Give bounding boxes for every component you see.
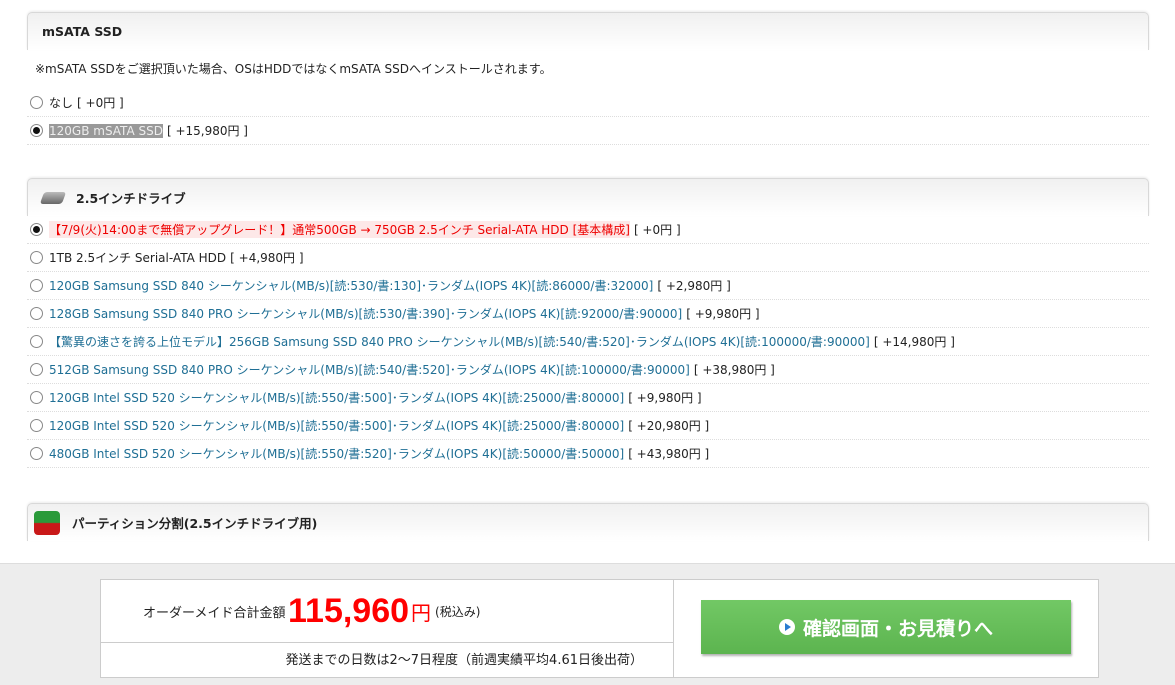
order-footer: オーダーメイド合計金額 115,960 円 (税込み) 発送までの日数は2～7日… xyxy=(0,563,1175,685)
partition-icon xyxy=(34,510,60,535)
partition-section: パーティション分割(2.5インチドライブ用) xyxy=(27,503,1149,541)
section-title: パーティション分割(2.5インチドライブ用) xyxy=(72,516,318,531)
option-row[interactable]: 120GB Samsung SSD 840 シーケンシャル(MB/s)[読:53… xyxy=(27,272,1149,300)
radio-button[interactable] xyxy=(30,307,43,320)
confirm-label: 確認画面・お見積りへ xyxy=(802,618,993,640)
radio-button[interactable] xyxy=(30,391,43,404)
radio-button[interactable] xyxy=(30,251,43,264)
radio-button[interactable] xyxy=(30,447,43,460)
option-price: [ +20,980円 ] xyxy=(628,419,710,433)
yen-unit: 円 xyxy=(411,600,432,625)
radio-button[interactable] xyxy=(30,279,43,292)
option-label[interactable]: 【7/9(火)14:00まで無償アップグレード！】通常500GB → 750GB… xyxy=(49,221,630,238)
option-label[interactable]: 1TB 2.5インチ Serial-ATA HDD xyxy=(49,249,226,266)
total-amount: 115,960 xyxy=(288,591,410,630)
radio-button[interactable] xyxy=(30,223,43,236)
tax-note: (税込み) xyxy=(435,604,481,619)
option-price: [ +4,980円 ] xyxy=(230,251,304,265)
option-label[interactable]: 480GB Intel SSD 520 シーケンシャル(MB/s)[読:550/… xyxy=(49,445,624,462)
hdd-icon xyxy=(39,191,67,204)
option-row[interactable]: 480GB Intel SSD 520 シーケンシャル(MB/s)[読:550/… xyxy=(27,440,1149,468)
option-label[interactable]: 120GB Intel SSD 520 シーケンシャル(MB/s)[読:550/… xyxy=(49,389,624,406)
radio-button[interactable] xyxy=(30,96,43,109)
radio-button[interactable] xyxy=(30,335,43,348)
radio-button[interactable] xyxy=(30,363,43,376)
option-row[interactable]: 120GB Intel SSD 520 シーケンシャル(MB/s)[読:550/… xyxy=(27,384,1149,412)
section-title: mSATA SSD xyxy=(42,24,123,39)
total-label: オーダーメイド合計金額 xyxy=(143,605,286,621)
shipping-info: 発送までの日数は2～7日程度（前週実績平均4.61日後出荷） xyxy=(285,653,644,668)
play-icon xyxy=(778,619,795,635)
option-price: [ +0円 ] xyxy=(77,96,124,110)
option-price: [ +0円 ] xyxy=(633,223,681,237)
option-price: [ +9,980円 ] xyxy=(686,307,760,321)
option-row[interactable]: 【驚異の速さを誇る上位モデル】256GB Samsung SSD 840 PRO… xyxy=(27,328,1149,356)
option-label[interactable]: 120GB Intel SSD 520 シーケンシャル(MB/s)[読:550/… xyxy=(49,417,624,434)
msata-header: mSATA SSD xyxy=(27,12,1149,50)
option-price: [ +14,980円 ] xyxy=(873,335,955,349)
option-price: [ +15,980円 ] xyxy=(166,124,248,138)
msata-note: ※mSATA SSDをご選択頂いた場合、OSはHDDではなくmSATA SSDへ… xyxy=(35,62,552,76)
option-price: [ +2,980円 ] xyxy=(657,279,731,293)
partition-header: パーティション分割(2.5インチドライブ用) xyxy=(27,503,1149,541)
option-row[interactable]: 120GB Intel SSD 520 シーケンシャル(MB/s)[読:550/… xyxy=(27,412,1149,440)
option-row[interactable]: 1TB 2.5インチ Serial-ATA HDD [ +4,980円 ] xyxy=(27,244,1149,272)
option-price: [ +43,980円 ] xyxy=(628,447,710,461)
drive25-header: 2.5インチドライブ xyxy=(27,178,1149,216)
option-price: [ +38,980円 ] xyxy=(693,363,775,377)
option-label[interactable]: なし xyxy=(49,94,73,111)
drive25-section: 2.5インチドライブ 【7/9(火)14:00まで無償アップグレード！】通常50… xyxy=(27,178,1149,468)
msata-section: mSATA SSD ※mSATA SSDをご選択頂いた場合、OSはHDDではなく… xyxy=(27,12,1149,145)
option-row[interactable]: なし [ +0円 ] xyxy=(27,89,1149,117)
option-row[interactable]: 120GB mSATA SSD[ +15,980円 ] xyxy=(27,117,1149,145)
radio-button[interactable] xyxy=(30,124,43,137)
option-label[interactable]: 512GB Samsung SSD 840 PRO シーケンシャル(MB/s)[… xyxy=(49,361,690,378)
radio-button[interactable] xyxy=(30,419,43,432)
option-label[interactable]: 120GB mSATA SSD xyxy=(49,123,163,138)
order-summary: オーダーメイド合計金額 115,960 円 (税込み) 発送までの日数は2～7日… xyxy=(100,579,1099,678)
confirm-estimate-button[interactable]: 確認画面・お見積りへ xyxy=(701,600,1071,654)
option-row[interactable]: 【7/9(火)14:00まで無償アップグレード！】通常500GB → 750GB… xyxy=(27,216,1149,244)
option-price: [ +9,980円 ] xyxy=(628,391,702,405)
option-label[interactable]: 【驚異の速さを誇る上位モデル】256GB Samsung SSD 840 PRO… xyxy=(49,333,870,350)
section-title: 2.5インチドライブ xyxy=(76,191,186,206)
option-label[interactable]: 120GB Samsung SSD 840 シーケンシャル(MB/s)[読:53… xyxy=(49,277,653,294)
option-label[interactable]: 128GB Samsung SSD 840 PRO シーケンシャル(MB/s)[… xyxy=(49,305,682,322)
option-row[interactable]: 128GB Samsung SSD 840 PRO シーケンシャル(MB/s)[… xyxy=(27,300,1149,328)
option-row[interactable]: 512GB Samsung SSD 840 PRO シーケンシャル(MB/s)[… xyxy=(27,356,1149,384)
